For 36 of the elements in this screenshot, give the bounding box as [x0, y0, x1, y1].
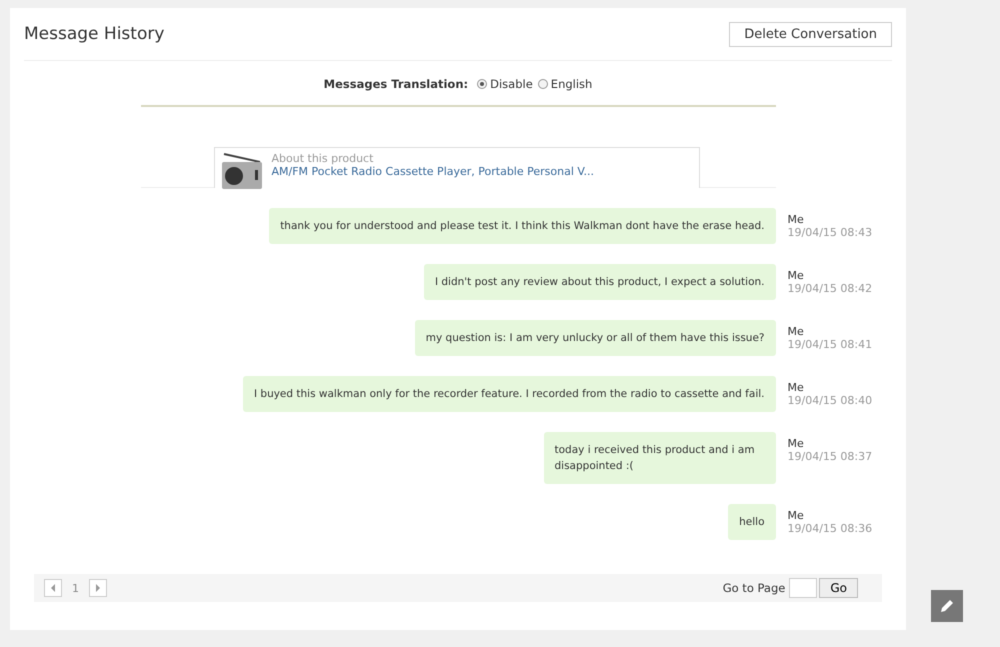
message-sender: Me: [788, 437, 805, 450]
translation-option[interactable]: English: [538, 77, 592, 91]
message-bubble: I buyed this walkman only for the recorder feature. I recorded from the radio to cassette and fail.: [242, 376, 776, 412]
message-time: 19/04/15 08:36: [788, 522, 872, 535]
next-page-button[interactable]: [89, 579, 107, 597]
caret-right-icon[interactable]: [95, 584, 101, 592]
message-sender: Me: [788, 269, 805, 282]
message-time: 19/04/15 08:37: [788, 450, 872, 463]
translation-label: Messages Translation:: [324, 77, 468, 91]
page-input-field[interactable]: [789, 578, 818, 598]
message-bubble: thank you for understood and please test it. I think this Walkman dont have the erase head.: [269, 208, 776, 244]
message-sender: Me: [788, 213, 805, 226]
message-sender: Me: [788, 381, 805, 394]
radio-icon[interactable]: [477, 79, 488, 89]
message-bubble: today i received this product and i am disappointed :(: [544, 432, 776, 484]
radio-icon[interactable]: [538, 79, 548, 89]
message-bubble: I didn't post any review about this product, I expect a solution.: [424, 264, 776, 300]
message-sender: Me: [788, 325, 805, 338]
page-title: Message History: [24, 24, 164, 44]
message-bubble: my question is: I am very unlucky or all of them have this issue?: [414, 320, 776, 356]
message-time: 19/04/15 08:42: [788, 282, 872, 295]
delete-conversation-button[interactable]: Delete Conversation: [729, 22, 892, 46]
translation-option[interactable]: Disable: [477, 77, 533, 91]
edit-icon[interactable]: [931, 590, 963, 622]
go-button[interactable]: Go: [819, 578, 858, 598]
message-time: 19/04/15 08:43: [788, 226, 872, 239]
product-caption: About this product: [272, 152, 374, 165]
message-sender: Me: [788, 509, 805, 522]
message-bubble: hello: [728, 504, 776, 540]
previous-page-button[interactable]: [44, 579, 62, 597]
message-time: 19/04/15 08:40: [788, 394, 872, 407]
radio-icon: [220, 152, 264, 190]
message-time: 19/04/15 08:41: [788, 338, 872, 351]
go-to-page-label: Go to Page: [722, 581, 786, 595]
caret-left-icon[interactable]: [50, 584, 56, 592]
product-link[interactable]: AM/FM Pocket Radio Cassette Player, Portable Personal V...: [272, 165, 594, 178]
